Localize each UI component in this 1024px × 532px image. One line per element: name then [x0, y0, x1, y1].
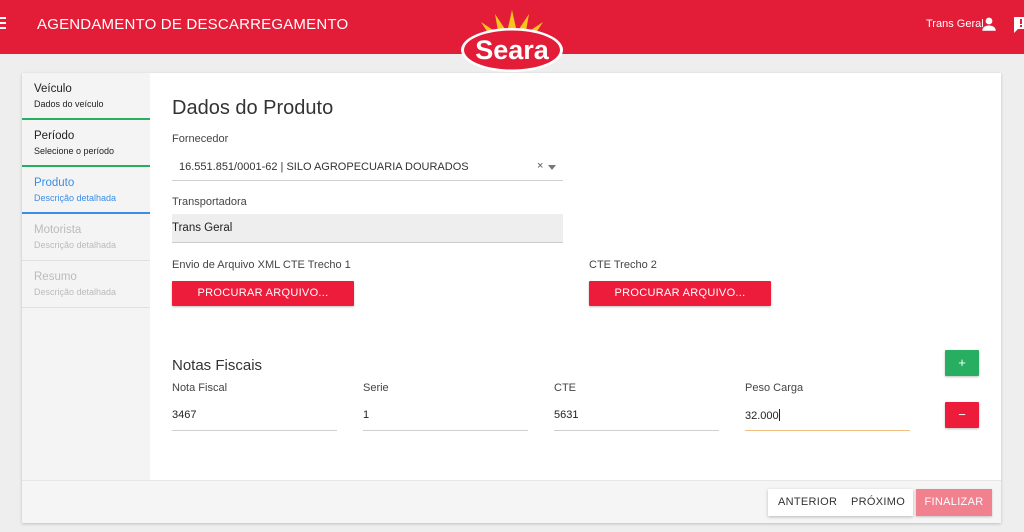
- seara-logo: Seara: [461, 10, 563, 72]
- product-form: Dados do Produto Fornecedor 16.551.851/0…: [150, 73, 1001, 480]
- step-produto[interactable]: Produto Descrição detalhada: [22, 167, 150, 214]
- peso-carga-value: 32.000: [745, 410, 779, 422]
- peso-carga-input[interactable]: 32.000: [745, 401, 910, 431]
- upload-cte1-button[interactable]: PROCURAR ARQUIVO...: [172, 281, 354, 306]
- cte-label: CTE: [554, 382, 576, 394]
- step-subtitle: Descrição detalhada: [34, 240, 117, 250]
- finalizar-button[interactable]: FINALIZAR: [916, 489, 992, 516]
- nav-button-group: ANTERIOR PRÓXIMO: [768, 489, 913, 516]
- user-account-icon[interactable]: [980, 15, 998, 33]
- step-title: Veículo: [34, 83, 72, 95]
- step-title: Produto: [34, 177, 75, 189]
- cte-value: 5631: [554, 409, 579, 421]
- step-resumo: Resumo Descrição detalhada: [22, 261, 150, 308]
- add-nota-button[interactable]: +: [945, 350, 979, 376]
- step-subtitle: Descrição detalhada: [34, 287, 117, 297]
- upload-cte1-label: Envio de Arquivo XML CTE Trecho 1: [172, 259, 351, 271]
- fornecedor-select[interactable]: 16.551.851/0001-62 | SILO AGROPECUARIA D…: [172, 155, 563, 181]
- step-veiculo[interactable]: Veículo Dados do veículo: [22, 73, 150, 120]
- step-subtitle: Descrição detalhada: [34, 193, 117, 203]
- transportadora-field: Trans Geral: [172, 214, 563, 243]
- step-title: Motorista: [34, 224, 82, 236]
- upload-cte2-label: CTE Trecho 2: [589, 259, 657, 271]
- hamburger-menu-icon[interactable]: [0, 17, 8, 31]
- peso-carga-wrap: 32.000: [745, 409, 780, 422]
- dropdown-arrow-icon[interactable]: [548, 165, 556, 170]
- nota-fiscal-input[interactable]: 3467: [172, 401, 337, 431]
- step-periodo[interactable]: Período Selecione o período: [22, 120, 150, 167]
- fornecedor-value: 16.551.851/0001-62 | SILO AGROPECUARIA D…: [179, 161, 469, 173]
- nota-fiscal-value: 3467: [172, 409, 197, 421]
- page-title: Dados do Produto: [172, 97, 334, 119]
- steps-sidebar: Veículo Dados do veículo Período Selecio…: [22, 73, 150, 480]
- fornecedor-label: Fornecedor: [172, 133, 229, 145]
- peso-carga-label: Peso Carga: [745, 382, 804, 394]
- step-motorista: Motorista Descrição detalhada: [22, 214, 150, 261]
- feedback-icon[interactable]: [1014, 15, 1024, 35]
- serie-value: 1: [363, 409, 370, 421]
- remove-nota-button[interactable]: −: [945, 402, 979, 428]
- logo-text: Seara: [475, 35, 550, 65]
- notas-fiscais-title: Notas Fiscais: [172, 357, 263, 374]
- cte-input[interactable]: 5631: [554, 401, 719, 431]
- wizard-card: Veículo Dados do veículo Período Selecio…: [22, 73, 1001, 523]
- step-subtitle: Dados do veículo: [34, 99, 104, 109]
- app-title: AGENDAMENTO DE DESCARREGAMENTO: [37, 16, 349, 33]
- user-name[interactable]: Trans Geral: [926, 18, 984, 30]
- wizard-footer: ANTERIOR PRÓXIMO FINALIZAR: [22, 480, 1001, 523]
- step-title: Resumo: [34, 271, 77, 283]
- anterior-button[interactable]: ANTERIOR: [778, 489, 837, 516]
- upload-cte2-button[interactable]: PROCURAR ARQUIVO...: [589, 281, 771, 306]
- nota-fiscal-label: Nota Fiscal: [172, 382, 228, 394]
- serie-input[interactable]: 1: [363, 401, 528, 431]
- step-subtitle: Selecione o período: [34, 146, 115, 156]
- serie-label: Serie: [363, 382, 389, 394]
- transportadora-label: Transportadora: [172, 196, 247, 208]
- clear-icon[interactable]: ×: [537, 160, 543, 172]
- step-title: Período: [34, 130, 75, 142]
- proximo-button[interactable]: PRÓXIMO: [851, 489, 905, 516]
- text-caret: [778, 409, 780, 421]
- transportadora-value: Trans Geral: [172, 222, 233, 234]
